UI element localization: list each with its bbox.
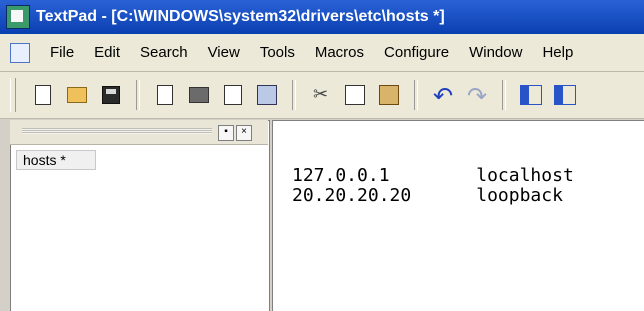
ip-address: 127.0.0.1 [292,165,390,186]
menu-view[interactable]: View [198,44,250,61]
window-button[interactable] [254,82,280,108]
toolbar-separator [414,80,418,110]
new-file-icon [35,85,51,105]
menu-window[interactable]: Window [459,44,532,61]
save-button[interactable] [98,82,124,108]
menu-macros[interactable]: Macros [305,44,374,61]
toolbar-separator [292,80,296,110]
menu-configure[interactable]: Configure [374,44,459,61]
toolbar-separator [502,80,506,110]
indent-icon [520,85,542,105]
menu-search[interactable]: Search [130,44,198,61]
outdent-icon [554,85,576,105]
print-icon [189,87,209,103]
cut-icon [312,84,330,105]
open-file-item[interactable]: hosts * [16,150,96,170]
undo-button[interactable] [430,82,456,111]
pane-minimize-button[interactable]: ▪ [218,125,234,141]
hostname: loopback [476,185,563,206]
spacing [411,185,476,206]
menu-edit[interactable]: Edit [84,44,130,61]
document-icon [157,85,173,105]
outdent-button[interactable] [552,82,578,108]
paste-button[interactable] [376,82,402,108]
hosts-line[interactable]: 20.20.20.20 loopback [292,185,574,206]
undo-icon [433,82,453,111]
menu-tools[interactable]: Tools [250,44,305,61]
menu-file[interactable]: File [40,44,84,61]
redo-button[interactable] [464,82,490,111]
menu-bar: File Edit Search View Tools Macros Confi… [0,34,644,72]
title-bar: TextPad - [C:\WINDOWS\system32\drivers\e… [0,0,644,34]
open-button[interactable] [64,82,90,108]
toolbar-separator [136,80,140,110]
editor-area[interactable] [272,120,644,311]
pane-close-button[interactable]: × [236,125,252,141]
hostname: localhost [476,165,574,186]
window-title: TextPad - [C:\WINDOWS\system32\drivers\e… [36,8,445,25]
open-folder-icon [67,87,87,103]
ip-address: 20.20.20.20 [292,185,412,206]
copy-icon [345,85,365,105]
hosts-line[interactable]: 127.0.0.1 localhost [292,165,574,186]
paste-icon [379,85,399,105]
toolbar [0,72,644,119]
window-icon [257,85,277,105]
pane-drag-handle[interactable] [22,128,212,134]
textpad-app-icon [6,5,30,29]
save-disk-icon [102,86,120,104]
document-menu-icon[interactable] [10,42,30,63]
indent-button[interactable] [518,82,544,108]
redo-icon [467,82,487,111]
spacing [390,165,477,186]
textpad-window: TextPad - [C:\WINDOWS\system32\drivers\e… [0,0,644,311]
new-file-button[interactable] [30,82,56,108]
menu-help[interactable]: Help [532,44,583,61]
copy-button[interactable] [342,82,368,108]
print-preview-button[interactable] [220,82,246,108]
document-button[interactable] [152,82,178,108]
print-preview-icon [224,85,242,105]
print-button[interactable] [186,82,212,108]
document-selector-pane [10,120,270,311]
editor-content: 127.0.0.1 localhost 20.20.20.20 loopback [292,165,574,206]
toolbar-grip[interactable] [10,78,16,112]
cut-button[interactable] [308,82,334,108]
